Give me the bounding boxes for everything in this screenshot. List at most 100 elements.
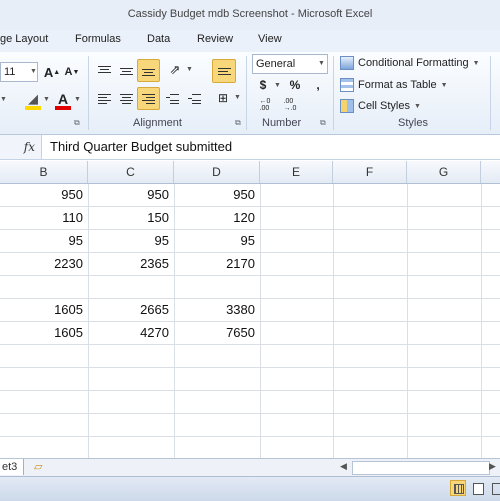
font-color-button[interactable]: A — [54, 88, 72, 110]
tab-review[interactable]: Review — [197, 33, 233, 45]
column-header-d[interactable]: D — [174, 161, 260, 183]
column-header-h[interactable] — [481, 161, 500, 183]
orientation-button[interactable]: ⇗ — [164, 60, 186, 80]
page-break-view-button[interactable] — [490, 480, 500, 496]
group-label-number: Number — [262, 117, 302, 129]
merge-center-button[interactable]: ⊞ — [212, 88, 234, 108]
decrease-caret-icon: ▼ — [72, 68, 80, 76]
scroll-left-icon[interactable]: ◀ — [340, 461, 348, 473]
merge-cells-icon: ⊞ — [217, 91, 229, 105]
gridline — [0, 367, 500, 368]
cell-c4[interactable]: 2365 — [88, 253, 174, 275]
cell-styles-button[interactable]: Cell Styles ▼ — [340, 97, 421, 115]
conditional-formatting-button[interactable]: Conditional Formatting ▼ — [340, 54, 480, 72]
align-top-button[interactable] — [94, 60, 114, 80]
cell-d7[interactable]: 7650 — [174, 322, 260, 344]
align-bottom-icon — [142, 65, 155, 76]
align-left-icon — [97, 93, 111, 104]
align-center-button[interactable] — [116, 88, 136, 108]
page-layout-view-button[interactable] — [470, 480, 486, 496]
cell-d4[interactable]: 2170 — [174, 253, 260, 275]
cell-d6[interactable]: 3380 — [174, 299, 260, 321]
gridline — [0, 413, 500, 414]
grow-font-button[interactable]: A ▲ — [44, 62, 60, 82]
cell-b1[interactable]: 950 — [0, 184, 88, 206]
align-left-button[interactable] — [94, 88, 114, 108]
column-header-g[interactable]: G — [407, 161, 481, 183]
cell-c2[interactable]: 150 — [88, 207, 174, 229]
align-middle-icon — [119, 65, 133, 76]
cell-c7[interactable]: 4270 — [88, 322, 174, 344]
cell-styles-icon — [340, 99, 354, 113]
font-color-swatch — [55, 106, 71, 110]
shrink-font-button[interactable]: A ▼ — [64, 62, 80, 82]
currency-button[interactable]: $ — [256, 76, 270, 94]
paint-bucket-icon: ◢ — [28, 91, 38, 106]
tab-view[interactable]: View — [258, 33, 282, 45]
column-headers: B C D E F G — [0, 161, 500, 184]
cell-b6[interactable]: 1605 — [0, 299, 88, 321]
cell-c3[interactable]: 95 — [88, 230, 174, 252]
status-bar — [0, 476, 500, 501]
align-middle-button[interactable] — [116, 60, 136, 80]
fill-color-button[interactable]: ◢ — [24, 88, 42, 110]
scroll-right-icon[interactable]: ▶ — [489, 461, 497, 473]
cell-b2[interactable]: 110 — [0, 207, 88, 229]
normal-view-button[interactable] — [450, 480, 466, 496]
page-layout-icon — [473, 483, 484, 495]
cell-b3[interactable]: 95 — [0, 230, 88, 252]
tab-data[interactable]: Data — [147, 33, 170, 45]
chevron-down-icon: ▼ — [274, 82, 281, 89]
percent-button[interactable]: % — [287, 76, 303, 94]
cell-b7[interactable]: 1605 — [0, 322, 88, 344]
dialog-launcher-icon[interactable]: ⧉ — [74, 118, 80, 128]
chevron-down-icon: ▼ — [43, 96, 50, 103]
format-table-icon — [340, 78, 354, 92]
column-header-c[interactable]: C — [88, 161, 174, 183]
chevron-down-icon: ▼ — [74, 96, 81, 103]
chevron-down-icon: ▼ — [234, 94, 241, 101]
tab-formulas[interactable]: Formulas — [75, 33, 121, 45]
cell-d1[interactable]: 950 — [174, 184, 260, 206]
window-title: Cassidy Budget mdb Screenshot - Microsof… — [127, 8, 373, 20]
chevron-down-icon: ▼ — [30, 68, 37, 75]
format-as-table-button[interactable]: Format as Table ▼ — [340, 76, 448, 94]
cell-d5[interactable] — [174, 276, 260, 298]
tab-page-layout[interactable]: ge Layout — [0, 33, 48, 45]
chevron-down-icon: ▼ — [0, 96, 7, 103]
dialog-launcher-icon[interactable]: ⧉ — [235, 118, 241, 128]
horizontal-scrollbar[interactable] — [352, 461, 490, 475]
gridline — [0, 436, 500, 437]
wrap-text-button[interactable] — [212, 59, 236, 83]
insert-function-button[interactable]: fx — [0, 135, 42, 159]
column-header-b[interactable]: B — [0, 161, 88, 183]
chevron-down-icon: ▼ — [186, 66, 193, 73]
number-format-select[interactable]: General — [252, 54, 328, 74]
increase-decimal-button[interactable]: ←0.00 — [255, 96, 275, 114]
cell-c5[interactable] — [88, 276, 174, 298]
cell-d3[interactable]: 95 — [174, 230, 260, 252]
dialog-launcher-icon[interactable]: ⧉ — [320, 118, 326, 128]
cell-c1[interactable]: 950 — [88, 184, 174, 206]
decrease-indent-button[interactable] — [162, 88, 182, 108]
increase-indent-icon — [187, 93, 201, 104]
align-bottom-button[interactable] — [137, 59, 160, 82]
sheet-tab-sheet3[interactable]: et3 — [0, 459, 25, 475]
increase-indent-button[interactable] — [184, 88, 204, 108]
cell-d2[interactable]: 120 — [174, 207, 260, 229]
cell-b4[interactable]: 2230 — [0, 253, 88, 275]
formula-input[interactable]: Third Quarter Budget submitted — [50, 139, 232, 154]
comma-style-button[interactable]: , — [311, 76, 325, 94]
insert-sheet-icon[interactable]: ▱ — [34, 460, 54, 474]
worksheet-grid[interactable]: 950 950 950 110 150 120 95 95 95 2230 23… — [0, 184, 500, 458]
column-header-e[interactable]: E — [260, 161, 333, 183]
decrease-decimal-button[interactable]: .00 →.0 — [280, 96, 300, 114]
align-right-button[interactable] — [137, 87, 160, 110]
column-header-f[interactable]: F — [333, 161, 407, 183]
ribbon: 11 ▼ A ▲ A ▼ ▼ ◢ ▼ A ▼ ⧉ ⇗ ▼ ⊞ ▼ Alignme… — [0, 52, 500, 135]
chevron-down-icon: ▼ — [318, 60, 325, 67]
cell-c6[interactable]: 2665 — [88, 299, 174, 321]
group-separator — [246, 56, 247, 130]
conditional-formatting-icon — [340, 56, 354, 70]
cell-b5[interactable] — [0, 276, 88, 298]
